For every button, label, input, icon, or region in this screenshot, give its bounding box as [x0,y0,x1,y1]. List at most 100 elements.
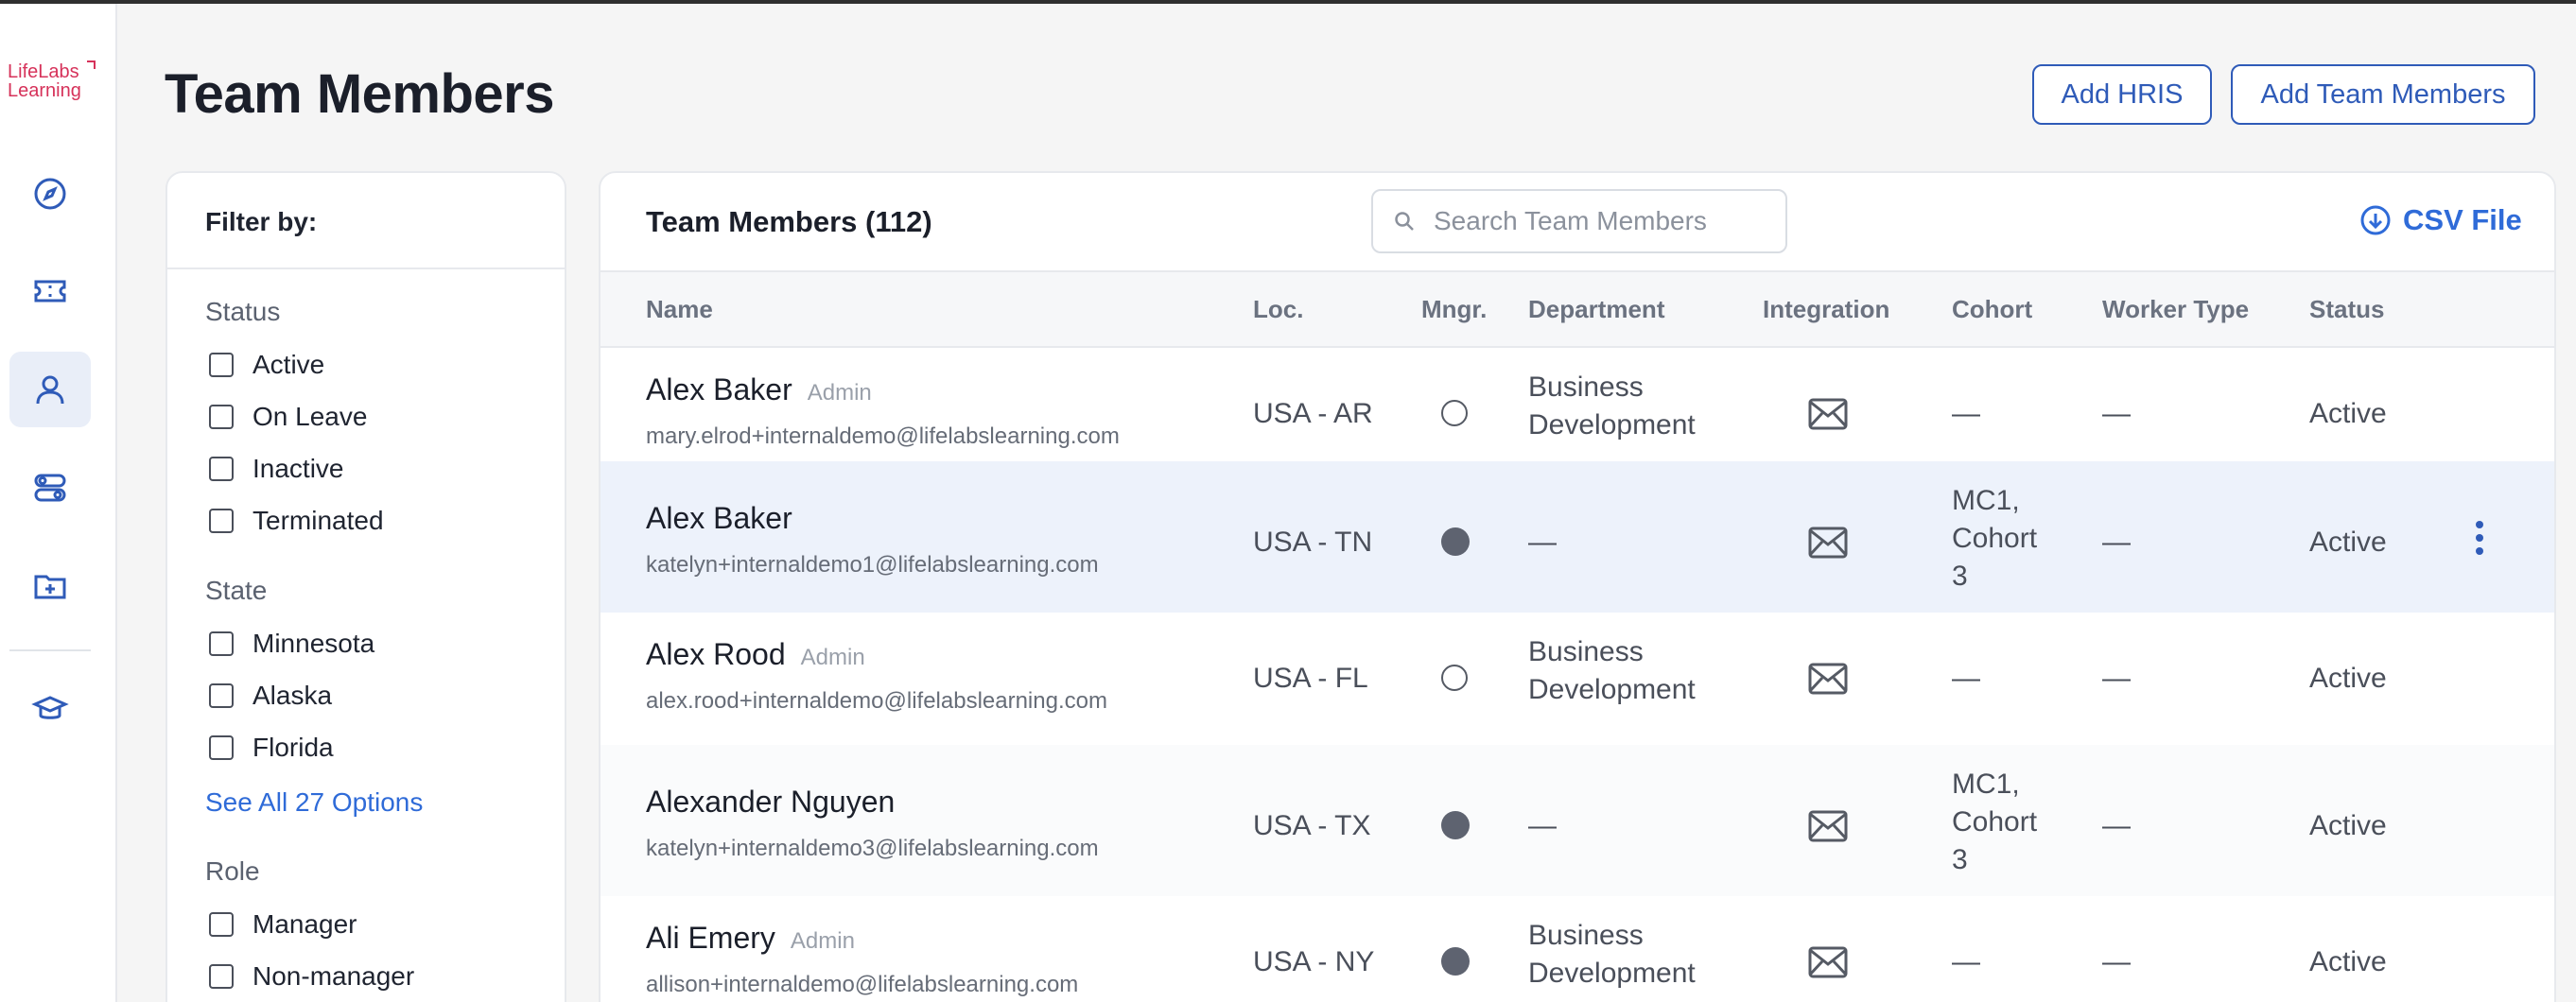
more-options-icon[interactable] [2475,519,2484,557]
manager-indicator-empty [1441,665,1468,691]
option-label: Non-manager [252,961,415,991]
search-input[interactable]: Search Team Members [1371,189,1787,253]
member-name[interactable]: Alex Baker [646,501,792,535]
department-line-2: Development [1528,958,1696,989]
department-line-1: Business [1528,371,1644,403]
lifelabs-logo[interactable]: LifeLabs Learning [8,60,102,100]
option-label: Terminated [252,506,384,535]
csv-download-button[interactable]: CSV File [2359,203,2522,237]
member-status: Active [2309,527,2387,558]
see-all-states-link[interactable]: See All 27 Options [205,787,423,818]
department-line-1: Business [1528,636,1644,667]
filter-role-manager[interactable]: Manager [209,909,357,940]
member-name[interactable]: Ali Emery [646,921,775,955]
filter-status-active[interactable]: Active [209,350,324,380]
table-row-selected[interactable]: Alex Baker katelyn+internaldemo1@lifelab… [600,461,2554,613]
nav-item-explore[interactable] [9,156,91,232]
page-title: Team Members [165,63,554,125]
checkbox[interactable] [209,457,234,481]
email-integration-icon [1808,527,1848,559]
member-cohort: MC1, Cohort 3 [1952,766,2037,879]
user-icon [36,375,64,405]
logo-mark [87,60,96,69]
member-location: USA - FL [1253,663,1368,694]
member-worker-type: — [2102,946,2131,977]
table-row[interactable]: Alexander Nguyen katelyn+internaldemo3@l… [600,745,2554,896]
member-name-cell: Alexander Nguyen [646,785,910,820]
nav-item-sessions[interactable] [9,253,91,329]
member-cohort: — [1952,663,1980,694]
filter-status-label: Status [205,297,281,326]
filter-state-label: State [205,576,268,605]
checkbox[interactable] [209,509,234,533]
nav-item-resources[interactable] [9,548,91,624]
filter-status-on-leave[interactable]: On Leave [209,402,367,432]
col-status[interactable]: Status [2309,295,2384,324]
nav-item-learning[interactable] [9,671,91,747]
member-name[interactable]: Alexander Nguyen [646,785,895,819]
col-worker-type[interactable]: Worker Type [2102,295,2249,324]
member-location: USA - NY [1253,946,1375,977]
department-line-2: Development [1528,409,1696,441]
member-worker-type: — [2102,810,2131,841]
checkbox[interactable] [209,631,234,656]
checkbox[interactable] [209,683,234,708]
nav-item-team-members[interactable] [9,352,91,427]
checkbox[interactable] [209,353,234,377]
member-cohort: MC1, Cohort 3 [1952,482,2037,596]
member-name[interactable]: Alex Rood [646,637,786,671]
col-name[interactable]: Name [646,295,713,324]
filter-state-minnesota[interactable]: Minnesota [209,629,374,659]
member-worker-type: — [2102,663,2131,694]
folder-plus-icon [34,575,66,599]
table-row[interactable]: Alex Baker Admin mary.elrod+internaldemo@… [600,348,2554,480]
member-cohort: — [1952,946,1980,977]
filter-panel: Filter by: Status Active On Leave Inacti… [165,171,566,1002]
filter-role-non-manager[interactable]: Non-manager [209,961,414,992]
filter-status-inactive[interactable]: Inactive [209,454,344,484]
member-status: Active [2309,398,2387,429]
cohort-line-1: MC1, [1952,485,2020,516]
member-cohort: — [1952,398,1980,429]
member-email: katelyn+internaldemo1@lifelabslearning.c… [646,552,1099,578]
member-name-cell: Ali Emery Admin [646,921,855,956]
filter-title: Filter by: [167,173,565,269]
checkbox[interactable] [209,405,234,429]
csv-label: CSV File [2403,203,2522,236]
table-row[interactable]: Alex Rood Admin alex.rood+internaldemo@li… [600,613,2554,745]
member-name[interactable]: Alex Baker [646,372,792,406]
member-status: Active [2309,946,2387,977]
manager-indicator-filled [1441,527,1470,556]
member-email: allison+internaldemo@lifelabslearning.co… [646,972,1079,997]
filter-state-alaska[interactable]: Alaska [209,681,332,711]
option-label: Active [252,350,325,379]
member-name-cell: Alex Rood Admin [646,637,865,672]
col-department[interactable]: Department [1528,295,1664,324]
col-integration[interactable]: Integration [1763,295,1889,324]
search-icon [1395,212,1414,231]
admin-badge: Admin [800,645,865,670]
member-location: USA - TX [1253,810,1371,841]
nav-item-settings[interactable] [9,450,91,526]
checkbox[interactable] [209,735,234,760]
col-manager[interactable]: Mngr. [1421,295,1487,324]
member-name-cell: Alex Baker Admin [646,372,872,407]
cohort-line-3: 3 [1952,844,1968,875]
left-nav: LifeLabs Learning [0,4,117,1002]
email-integration-icon [1808,946,1848,978]
member-location: USA - TN [1253,527,1373,558]
cohort-line-3: 3 [1952,561,1968,592]
col-location[interactable]: Loc. [1253,295,1303,324]
checkbox[interactable] [209,964,234,989]
add-team-members-button[interactable]: Add Team Members [2231,64,2535,125]
department-line-1: Business [1528,920,1644,951]
add-hris-button[interactable]: Add HRIS [2032,64,2212,125]
checkbox[interactable] [209,912,234,937]
member-worker-type: — [2102,398,2131,429]
col-cohort[interactable]: Cohort [1952,295,2032,324]
filter-status-terminated[interactable]: Terminated [209,506,384,536]
table-row[interactable]: Ali Emery Admin allison+internaldemo@life… [600,896,2554,1002]
option-label: Florida [252,733,334,762]
member-status: Active [2309,663,2387,694]
filter-state-florida[interactable]: Florida [209,733,334,763]
